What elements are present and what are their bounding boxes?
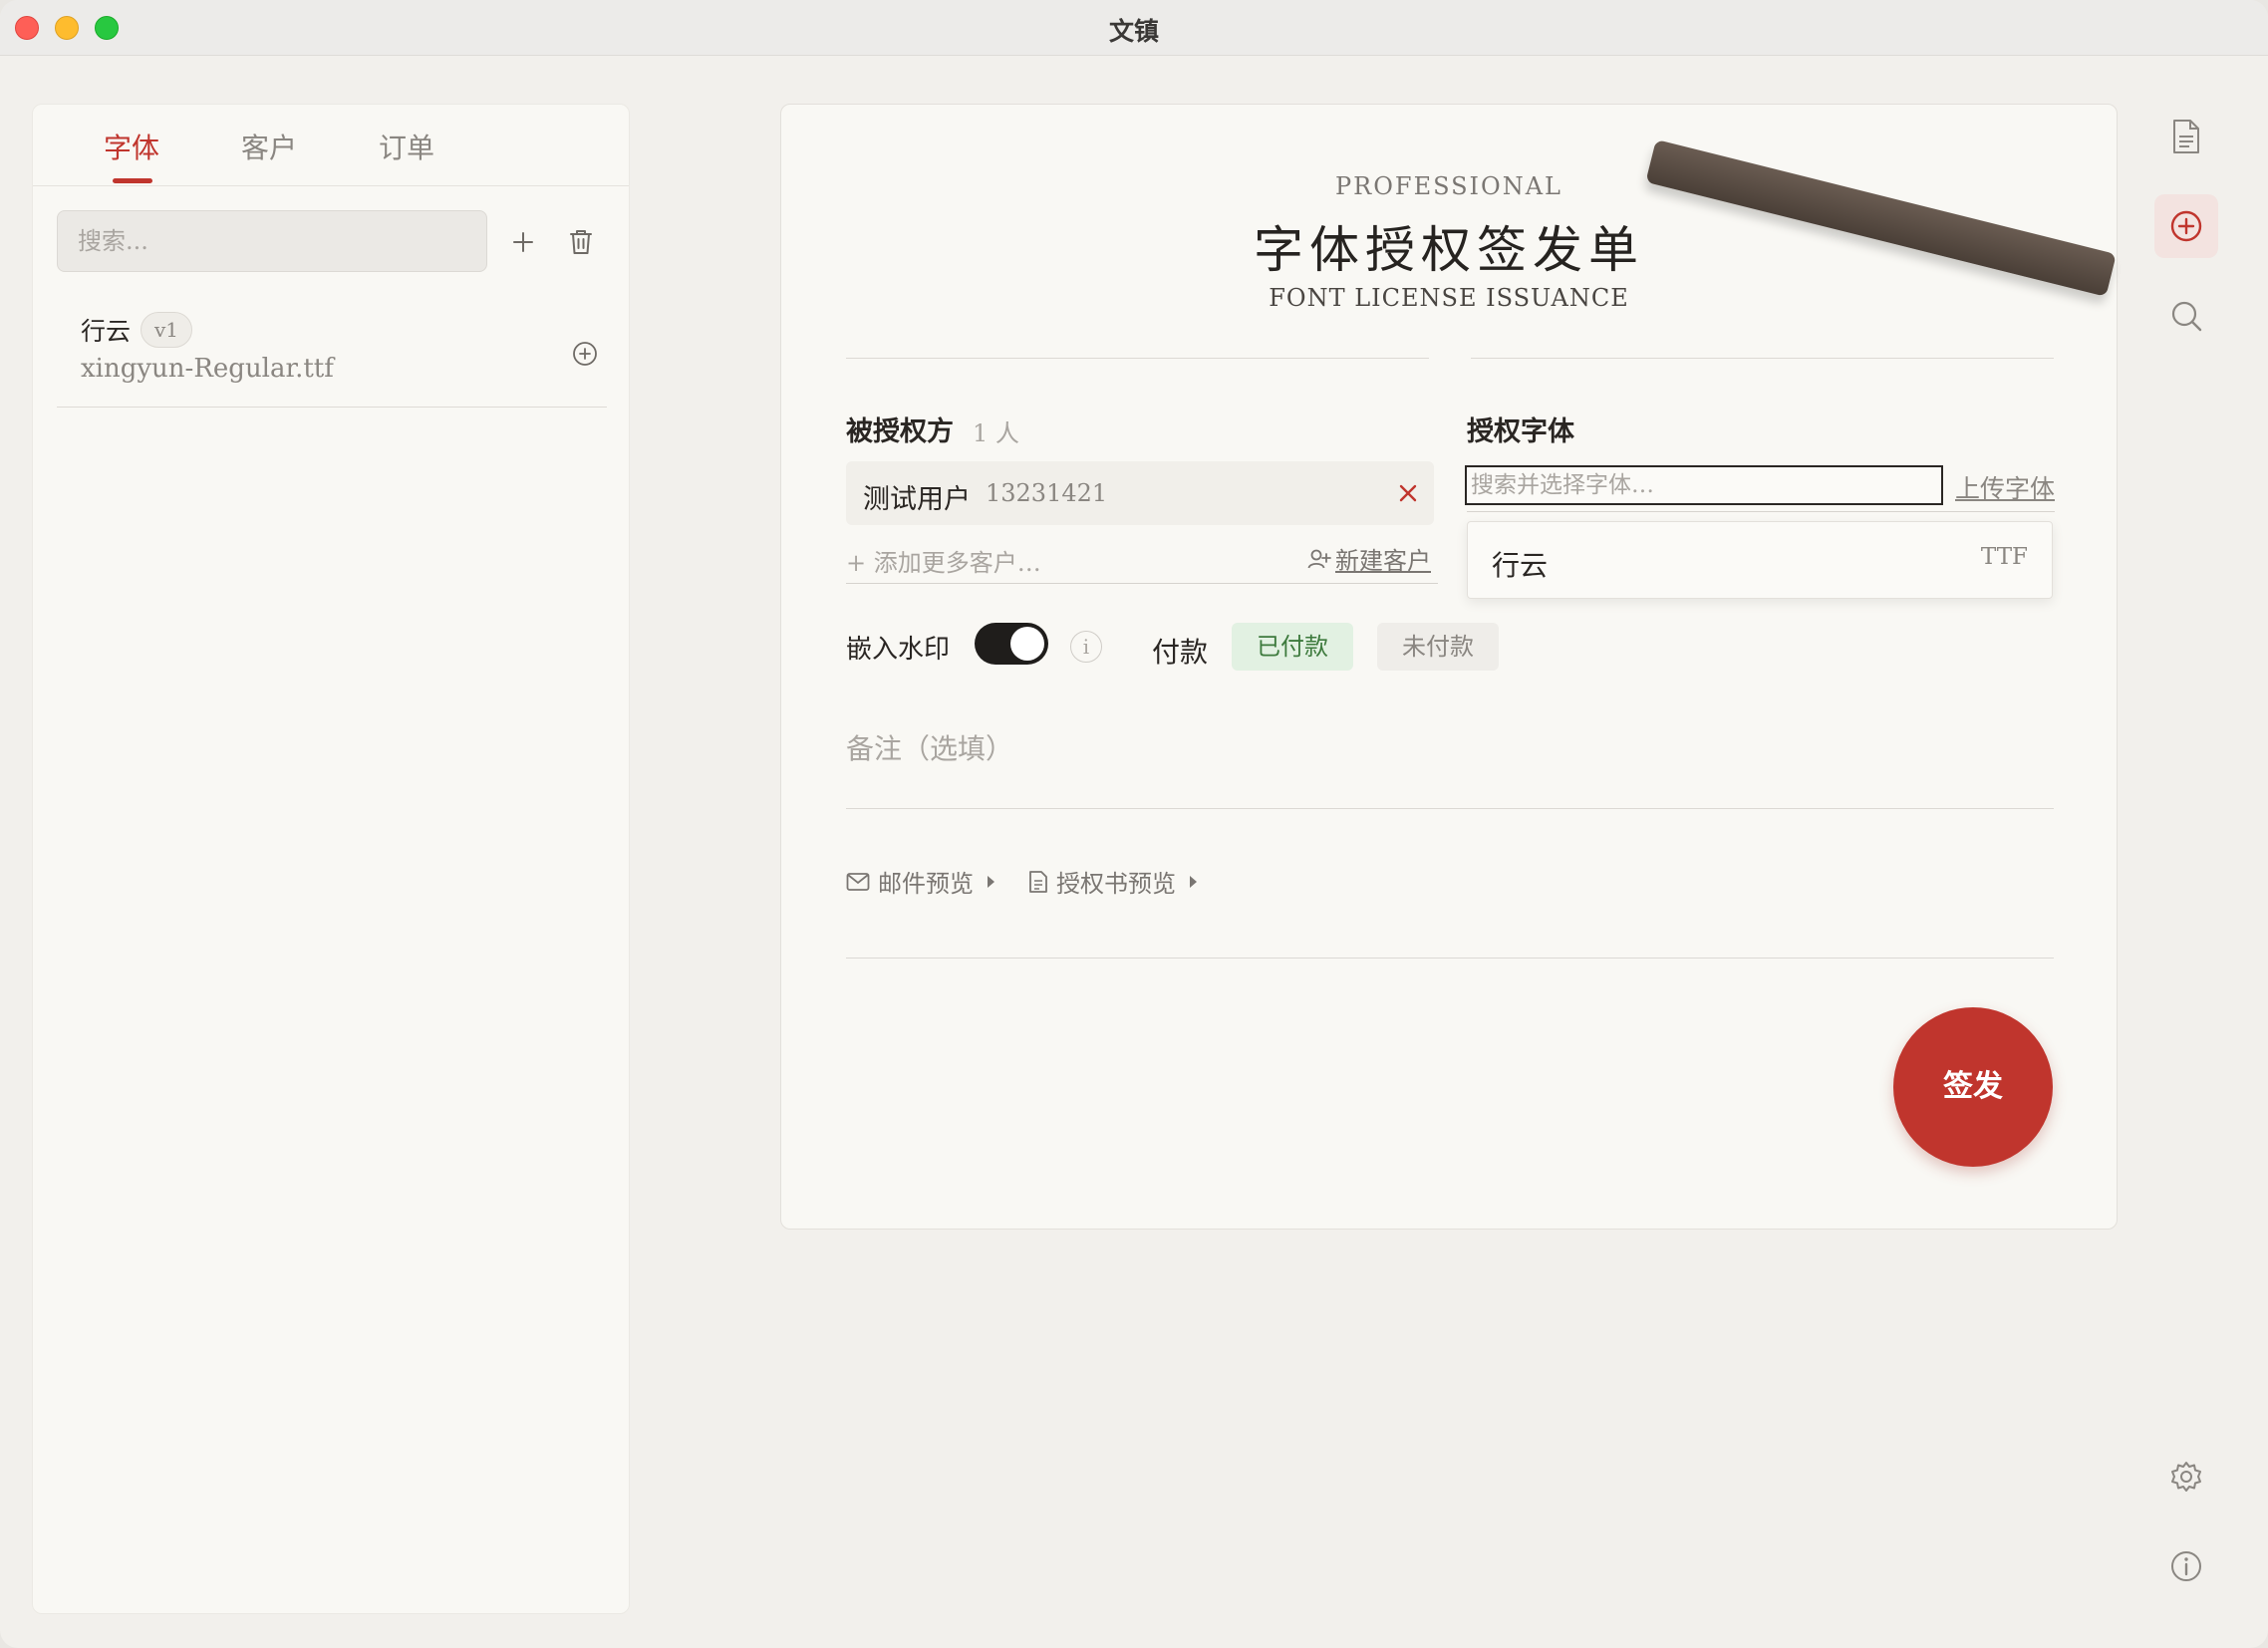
new-client-link[interactable]: 新建客户 <box>1307 541 1431 576</box>
plus-circle-icon <box>573 342 597 366</box>
add-more-clients-input[interactable]: + 添加更多客户… <box>846 543 1041 578</box>
font-list-item[interactable]: 行云 v1 xingyun-Regular.ttf <box>57 300 607 408</box>
window-title: 文镇 <box>1108 17 1159 46</box>
document-icon <box>2173 120 2199 153</box>
add-font-button[interactable] <box>505 224 541 260</box>
sidebar: 字体 客户 订单 行云 v1 xingyun-Regular.ttf <box>32 104 630 1614</box>
divider-left <box>846 358 1429 359</box>
sidebar-search-input[interactable] <box>57 210 487 272</box>
toggle-knob <box>1010 627 1044 661</box>
notes-divider <box>846 808 2054 809</box>
delete-font-button[interactable] <box>563 224 599 260</box>
issue-button[interactable]: 签发 <box>1893 1007 2053 1167</box>
document-icon <box>1029 870 1047 893</box>
app-window: 文镇 字体 客户 订单 行云 v1 xingyun-Regular.ttf <box>0 0 2268 1648</box>
divider-right <box>1471 358 2054 359</box>
new-client-label: 新建客户 <box>1335 547 1431 575</box>
dropdown-option-name[interactable]: 行云 <box>1492 544 1548 584</box>
font-search-input[interactable] <box>1465 465 1943 505</box>
paid-button[interactable]: 已付款 <box>1232 623 1353 671</box>
trash-icon <box>570 230 592 254</box>
unpaid-button[interactable]: 未付款 <box>1377 623 1499 671</box>
tab-orders[interactable]: 订单 <box>379 127 434 166</box>
search-icon <box>2171 301 2202 332</box>
licensed-font-label: 授权字体 <box>1467 416 1574 447</box>
watermark-label: 嵌入水印 <box>846 635 951 665</box>
license-issuance-card: PROFESSIONAL 字体授权签发单 FONT LICENSE ISSUAN… <box>780 104 2118 1230</box>
dropdown-option-type: TTF <box>1980 544 2028 570</box>
font-item-name: 行云 <box>81 317 132 346</box>
remove-licensee-button[interactable] <box>1394 479 1422 507</box>
rail-issue-button[interactable] <box>2154 194 2218 258</box>
licensee-chip: 测试用户 13231421 <box>846 461 1434 525</box>
font-dropdown: 行云 TTF <box>1467 521 2053 599</box>
caret-right-icon <box>988 875 994 888</box>
watermark-info-icon[interactable]: i <box>1070 631 1102 663</box>
mail-icon <box>846 872 870 891</box>
rail-info-button[interactable] <box>2154 1534 2218 1598</box>
rail-search-button[interactable] <box>2154 284 2218 348</box>
gear-icon <box>2171 1462 2201 1492</box>
info-icon <box>2171 1551 2201 1581</box>
add-user-icon <box>1307 549 1331 568</box>
font-search-underline <box>1467 511 2055 512</box>
email-preview-link[interactable]: 邮件预览 <box>846 864 994 899</box>
rail-documents-button[interactable] <box>2154 105 2218 168</box>
preview-divider <box>846 958 2054 959</box>
plus-icon <box>513 232 533 252</box>
card-subtitle: FONT LICENSE ISSUANCE <box>1269 284 1629 312</box>
watermark-toggle[interactable] <box>975 623 1048 665</box>
rail-settings-button[interactable] <box>2154 1445 2218 1509</box>
tab-clients[interactable]: 客户 <box>241 127 297 166</box>
caret-right-icon <box>1190 875 1197 888</box>
licensee-name: 测试用户 <box>863 484 971 515</box>
license-preview-label: 授权书预览 <box>1056 870 1176 898</box>
tab-fonts[interactable]: 字体 <box>104 127 159 166</box>
plus-circle-icon <box>2170 210 2202 242</box>
notes-input[interactable] <box>846 718 2054 778</box>
upload-font-link[interactable]: 上传字体 <box>1955 469 2055 505</box>
licensee-label: 被授权方 <box>846 416 954 447</box>
version-badge: v1 <box>141 312 193 348</box>
title-bar: 文镇 <box>0 0 2268 56</box>
payment-label: 付款 <box>1152 636 1209 669</box>
licensee-phone: 13231421 <box>986 479 1108 507</box>
font-item-filename: xingyun-Regular.ttf <box>81 354 334 384</box>
licensee-count: 1 人 <box>973 419 1019 447</box>
email-preview-label: 邮件预览 <box>878 870 974 898</box>
card-eyebrow: PROFESSIONAL <box>1335 172 1562 200</box>
active-tab-indicator <box>113 178 152 183</box>
add-to-license-button[interactable] <box>569 338 601 370</box>
sidebar-tabs: 字体 客户 订单 <box>33 105 629 186</box>
close-icon <box>1399 484 1417 502</box>
add-more-underline <box>846 583 1438 584</box>
license-preview-link[interactable]: 授权书预览 <box>1028 864 1197 899</box>
